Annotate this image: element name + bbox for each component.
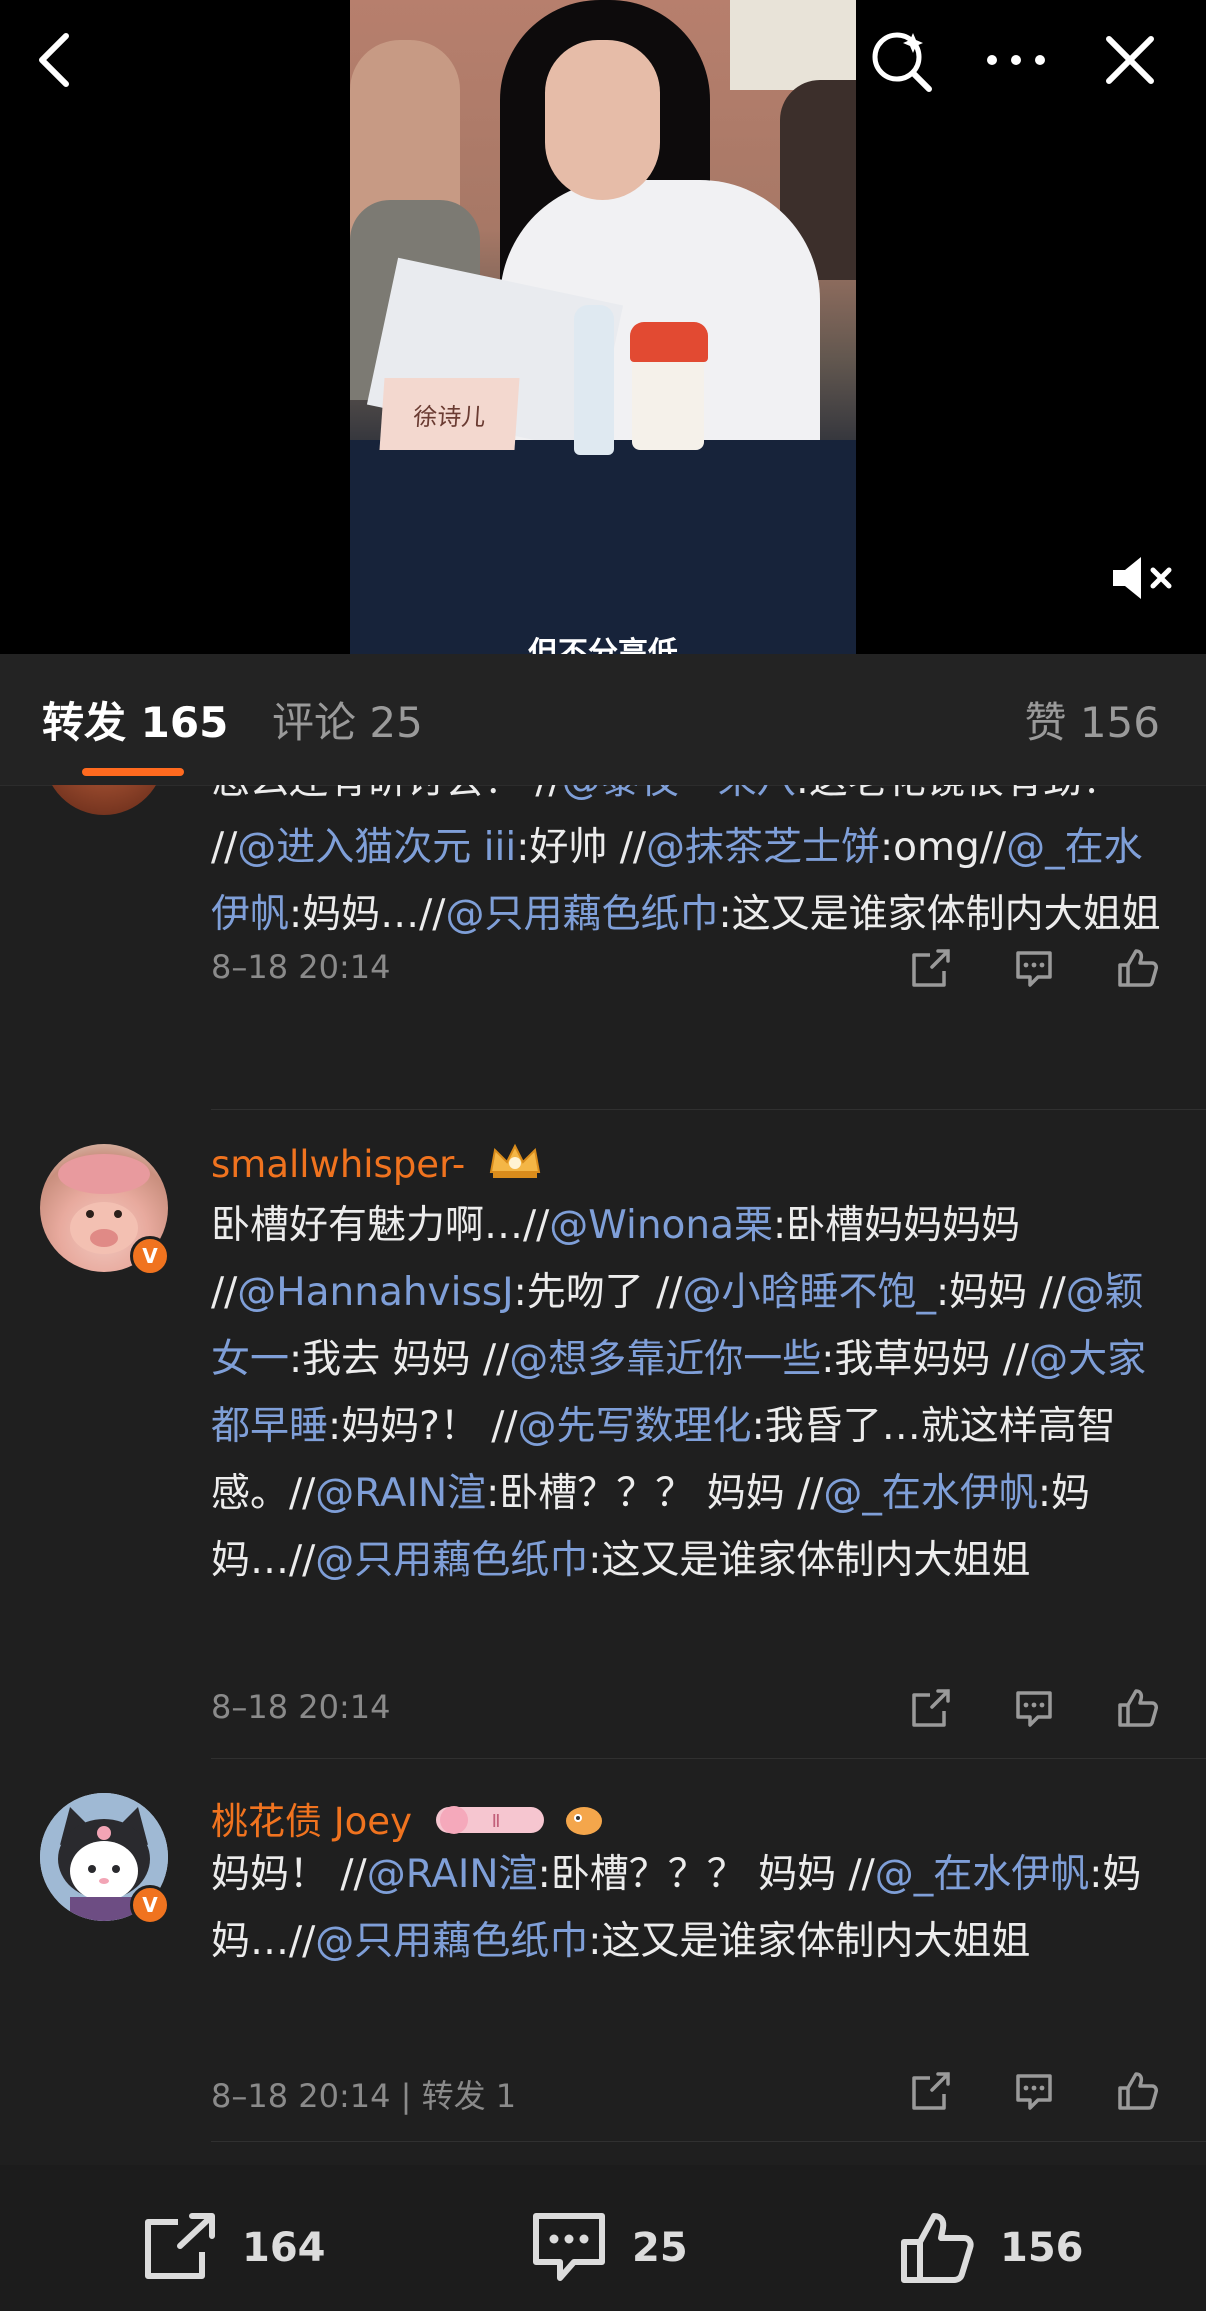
repost-actions [904, 2066, 1164, 2116]
mention-link[interactable]: @进入猫次元 iii [237, 825, 516, 870]
like-icon[interactable] [1112, 943, 1164, 993]
video-subtitle: 但不分高低 [528, 636, 678, 654]
comment-icon[interactable] [1008, 1683, 1060, 1733]
video-table [350, 440, 856, 654]
comment-icon[interactable] [1008, 943, 1060, 993]
tab-repost-label: 转发 [42, 698, 127, 747]
mention-link[interactable]: @_在水伊帆 [875, 1852, 1090, 1897]
video-cup-lid [630, 322, 708, 362]
share-icon[interactable] [904, 1683, 956, 1733]
back-icon[interactable] [14, 20, 94, 100]
thumbs-up-icon [901, 2213, 974, 2283]
repost-text-segment: :我去 妈妈 // [289, 1337, 510, 1382]
tab-repost[interactable]: 转发 165 [42, 698, 228, 748]
repost-list[interactable]: 怎么还有研讨会？ //@黎夜一来八:这老花镜很有劲！ //@进入猫次元 iii:… [0, 785, 1206, 2165]
tab-bar: 转发 165 评论 25 赞 156 [0, 654, 1206, 786]
video-bottle [574, 305, 614, 455]
video-player[interactable]: 徐诗儿 但不分高低 [0, 0, 1206, 654]
repost-text-segment: :omg// [880, 825, 1007, 870]
video-frame[interactable]: 徐诗儿 但不分高低 [350, 0, 856, 654]
repost-text-segment: :这又是谁家体制内大姐姐 [588, 1919, 1031, 1964]
video-face [545, 40, 660, 200]
svg-text:Ⅱ: Ⅱ [491, 1811, 500, 1832]
comment-button[interactable]: 25 [530, 2213, 688, 2283]
tab-active-indicator [82, 768, 184, 776]
crown-badge-icon [487, 1142, 543, 1191]
divider [211, 1109, 1206, 1110]
mention-link[interactable]: @Winona栗 [549, 1203, 773, 1248]
tab-like[interactable]: 赞 156 [1024, 698, 1160, 748]
repost-text: 怎么还有研讨会？ //@黎夜一来八:这老花镜很有劲！ //@进入猫次元 iii:… [211, 785, 1171, 948]
repost-text-segment: :妈妈…// [289, 892, 446, 937]
verified-badge-icon: V [130, 1236, 170, 1276]
mention-link[interactable]: @小晗睡不饱_ [682, 1270, 936, 1315]
username-text: smallwhisper- [211, 1143, 466, 1186]
repost-text-segment: :妈妈 // [935, 1270, 1066, 1315]
mention-link[interactable]: @RAIN渲 [367, 1852, 538, 1897]
repost-time: 8–18 20:14 | 转发 1 [211, 2077, 517, 2115]
repost-text-segment: :我草妈妈 // [821, 1337, 1030, 1382]
repost-icon [145, 2213, 215, 2279]
mention-link[interactable]: @RAIN渲 [315, 1471, 486, 1516]
like-icon[interactable] [1112, 1683, 1164, 1733]
repost-text-segment: 卧槽好有魅力啊…// [211, 1203, 550, 1248]
repost-text: 卧槽好有魅力啊…//@Winona栗:卧槽妈妈妈妈 //@HannahvissJ… [211, 1192, 1171, 1594]
repost-text-segment: :好帅 // [516, 825, 647, 870]
mention-link[interactable]: @只用藕色纸巾 [315, 1919, 588, 1964]
repost-text-segment: :卧槽？？？ 妈妈 // [537, 1852, 875, 1897]
image-search-icon[interactable] [862, 20, 942, 100]
username[interactable]: smallwhisper- [211, 1142, 543, 1191]
mention-link[interactable]: @只用藕色纸巾 [315, 1538, 588, 1583]
tab-repost-count: 165 [140, 698, 229, 747]
comment-count: 25 [632, 2225, 688, 2271]
like-button[interactable]: 156 [898, 2213, 1084, 2283]
avatar[interactable] [44, 785, 164, 815]
bottom-action-bar: 164 25 156 [0, 2165, 1206, 2311]
mention-link[interactable]: @抹茶芝士饼 [646, 825, 880, 870]
mention-link[interactable]: @只用藕色纸巾 [445, 892, 718, 937]
like-count: 156 [1000, 2225, 1084, 2271]
like-icon[interactable] [1112, 2066, 1164, 2116]
repost-time: 8–18 20:14 [211, 1688, 391, 1726]
repost-time: 8–18 20:14 [211, 948, 391, 986]
repost-text-segment: :这又是谁家体制内大姐姐 [588, 1538, 1031, 1583]
mention-link[interactable]: @HannahvissJ [237, 1270, 513, 1315]
username[interactable]: 桃花债 Joey Ⅱ [211, 1791, 606, 1848]
mute-icon[interactable] [1106, 548, 1178, 608]
more-icon[interactable] [976, 20, 1056, 100]
divider [211, 1758, 1206, 1759]
repost-actions [904, 943, 1164, 993]
comment-bubble-icon [533, 2213, 605, 2281]
divider [211, 2141, 1206, 2142]
comment-icon[interactable] [1008, 2066, 1060, 2116]
repost-text-segment: :卧槽？？？ 妈妈 // [486, 1471, 824, 1516]
repost-text-segment: :这又是谁家体制内大姐姐 [718, 892, 1161, 937]
repost-count: 164 [242, 2225, 326, 2271]
tab-comment-count: 25 [369, 698, 423, 747]
share-icon[interactable] [904, 2066, 956, 2116]
tab-comment-label: 评论 [272, 698, 357, 747]
mention-link[interactable]: @黎夜一来八 [562, 785, 796, 803]
repost-text-segment: 妈妈！ // [211, 1852, 367, 1897]
video-nameplate: 徐诗儿 [379, 378, 520, 450]
share-icon[interactable] [904, 943, 956, 993]
video-wall [730, 0, 856, 90]
repost-button[interactable]: 164 [140, 2213, 326, 2283]
repost-actions [904, 1683, 1164, 1733]
mention-link[interactable]: @想多靠近你一些 [509, 1337, 821, 1382]
repost-text-segment: :妈妈?！ // [328, 1404, 518, 1449]
tab-like-label: 赞 [1024, 698, 1067, 747]
close-icon[interactable] [1090, 20, 1170, 100]
verified-badge-icon: V [130, 1885, 170, 1925]
repost-text-segment: :先吻了 // [513, 1270, 683, 1315]
tab-comment[interactable]: 评论 25 [272, 698, 423, 748]
tab-like-count: 156 [1079, 698, 1160, 747]
mention-link[interactable]: @先写数理化 [518, 1404, 752, 1449]
username-text: 桃花债 Joey [211, 1800, 412, 1843]
repost-text-segment: 怎么还有研讨会？ // [211, 785, 562, 803]
mention-link[interactable]: @_在水伊帆 [823, 1471, 1038, 1516]
repost-text: 妈妈！ //@RAIN渲:卧槽？？？ 妈妈 //@_在水伊帆:妈妈…//@只用藕… [211, 1841, 1171, 1975]
